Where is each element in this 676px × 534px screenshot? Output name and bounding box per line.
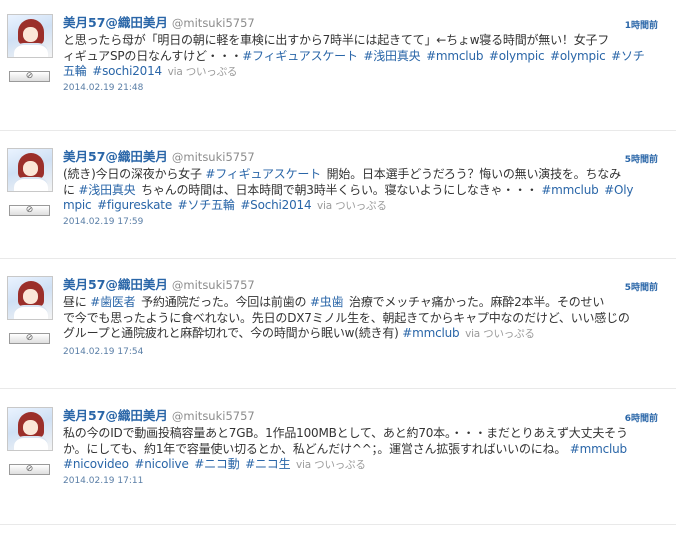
hashtag-link[interactable]: #olympic — [489, 49, 545, 63]
divider — [0, 524, 676, 525]
tweet-text: (続き)今日の深夜から女子 #フィギュアスケート 開始。日本選手どうだろう？悔い… — [63, 167, 667, 214]
tweet-text-segment: で今でも思ったように食べれない。先日のDX7ミノル生を、朝起きてからキャプ中なの… — [63, 310, 630, 325]
tweet-text-segment: ちゃんの時間は、日本時間で朝3時半くらい。寝ないようにしなきゃ・・・ — [141, 182, 542, 197]
hashtag-link[interactable]: #虫歯 — [310, 295, 344, 309]
hashtag-link[interactable]: mpic — [63, 198, 92, 212]
favorite-button[interactable]: ⊘ — [9, 71, 50, 82]
tweet-text-segment: 予約通院だった。今回は前歯の — [141, 295, 310, 309]
user-name[interactable]: 美月57@織田美月 — [63, 149, 168, 164]
avatar[interactable] — [7, 276, 53, 320]
tweet-text-segment: と思ったら母が「明日の朝に軽を車検に出すから7時半には起きてて」←ちょw寝る時間… — [63, 33, 610, 47]
tweet-text-line: (続き)今日の深夜から女子 #フィギュアスケート 開始。日本選手どうだろう？悔い… — [63, 167, 667, 183]
tweet-text-segment: ィギュアSPの日なんすけど・・・ — [63, 48, 243, 63]
tweet-text-segment: か。にしても、約1年で容量使い切るとか、私どんだけ^^；。運営さん拡張すればいい… — [63, 441, 570, 456]
hashtag-link[interactable]: 五輪 — [63, 64, 87, 78]
user-name[interactable]: 美月57@織田美月 — [63, 277, 168, 292]
tweet-text-segment: 私の今のIDで動画投稿容量あと7GB。1作品100MBとして、あと約70本。・・… — [63, 426, 628, 440]
via-client-link[interactable]: via ついっぷる — [296, 459, 366, 471]
tweet-text-segment: グループと通院疲れと麻酔切れで、今の時間から眠いw(続き有) — [63, 326, 403, 340]
time-ago[interactable]: 6時間前 — [625, 411, 658, 424]
hashtag-link[interactable]: #figureskate — [97, 198, 172, 212]
tweet: ⊘ 美月57@織田美月 @mitsuki5757 1時間前 と思ったら母が「明日の… — [0, 12, 676, 130]
tweet-text-line: 昼に #歯医者 予約通院だった。今回は前歯の #虫歯 治療でメッチャ痛かった。麻… — [63, 295, 667, 311]
hashtag-link[interactable]: #浅田真央 — [363, 49, 420, 63]
tweet-text: 私の今のIDで動画投稿容量あと7GB。1作品100MBとして、あと約70本。・・… — [63, 426, 667, 473]
tweet-text: 昼に #歯医者 予約通院だった。今回は前歯の #虫歯 治療でメッチャ痛かった。麻… — [63, 295, 667, 342]
tweet: ⊘ 美月57@織田美月 @mitsuki5757 5時間前 (続き)今日の深夜から… — [0, 146, 676, 264]
tweet-text-line: mpic #figureskate #ソチ五輪 #Sochi2014 via つ… — [63, 198, 667, 214]
favorite-button[interactable]: ⊘ — [9, 333, 50, 344]
hashtag-link[interactable]: #nicovideo — [63, 457, 129, 471]
hashtag-link[interactable]: #ニコ生 — [245, 457, 290, 471]
tweet-date: 2014.02.19 17:54 — [63, 347, 144, 357]
user-handle[interactable]: @mitsuki5757 — [172, 150, 255, 164]
hashtag-link[interactable]: #mmclub — [402, 326, 459, 340]
tweet-text-line: 五輪 #sochi2014 via ついっぷる — [63, 64, 667, 80]
tweet-text-line: と思ったら母が「明日の朝に軽を車検に出すから7時半には起きてて」←ちょw寝る時間… — [63, 33, 667, 49]
hashtag-link[interactable]: #mmclub — [541, 183, 598, 197]
hashtag-link[interactable]: #Sochi2014 — [240, 198, 311, 212]
hashtag-link[interactable]: #sochi2014 — [92, 64, 162, 78]
tweet-text-segment: 開始。日本選手どうだろう？悔いの無い演技を。ちなみ — [326, 167, 621, 181]
hashtag-link[interactable]: #フィギュアスケート — [205, 167, 321, 181]
tweet-text-segment: 治療でメッチャ痛かった。麻酔2本半。そのせい — [349, 295, 605, 309]
hashtag-link[interactable]: #nicolive — [134, 457, 188, 471]
tweet-text-line: #nicovideo #nicolive #ニコ動 #ニコ生 via ついっぷる — [63, 457, 667, 473]
hashtag-link[interactable]: #浅田真央 — [78, 183, 135, 197]
hashtag-link[interactable]: #Oly — [604, 183, 633, 197]
tweet-text-line: ィギュアSPの日なんすけど・・・#フィギュアスケート #浅田真央 #mmclub… — [63, 49, 667, 65]
hashtag-link[interactable]: #歯医者 — [90, 295, 135, 309]
avatar[interactable] — [7, 14, 53, 58]
via-client-link[interactable]: via ついっぷる — [465, 328, 535, 340]
tweet-text-line: に #浅田真央 ちゃんの時間は、日本時間で朝3時半くらい。寝ないようにしなきゃ・… — [63, 183, 667, 199]
via-client-link[interactable]: via ついっぷる — [168, 66, 238, 78]
tweet-text-line: で今でも思ったように食べれない。先日のDX7ミノル生を、朝起きてからキャプ中なの… — [63, 311, 667, 327]
hashtag-link[interactable]: #ソチ五輪 — [178, 198, 235, 212]
tweet-date: 2014.02.19 17:59 — [63, 217, 144, 227]
time-ago[interactable]: 5時間前 — [625, 280, 658, 293]
tweet-text-segment: (続き)今日の深夜から女子 — [63, 167, 206, 181]
divider — [0, 130, 676, 131]
user-handle[interactable]: @mitsuki5757 — [172, 409, 255, 423]
tweet-header: 美月57@織田美月 @mitsuki5757 — [63, 149, 255, 165]
hashtag-link[interactable]: #olympic — [550, 49, 606, 63]
tweet-header: 美月57@織田美月 @mitsuki5757 — [63, 277, 255, 293]
hashtag-link[interactable]: #フィギュアスケート — [242, 49, 358, 63]
tweet-text-line: 私の今のIDで動画投稿容量あと7GB。1作品100MBとして、あと約70本。・・… — [63, 426, 667, 442]
tweet: ⊘ 美月57@織田美月 @mitsuki5757 5時間前 昼に #歯医者 予約通… — [0, 274, 676, 392]
tweet-text-line: か。にしても、約1年で容量使い切るとか、私どんだけ^^；。運営さん拡張すればいい… — [63, 442, 667, 458]
tweet-header: 美月57@織田美月 @mitsuki5757 — [63, 408, 255, 424]
time-ago[interactable]: 1時間前 — [625, 18, 658, 31]
avatar[interactable] — [7, 148, 53, 192]
hashtag-link[interactable]: #mmclub — [426, 49, 483, 63]
tweet-header: 美月57@織田美月 @mitsuki5757 — [63, 15, 255, 31]
tweet: ⊘ 美月57@織田美月 @mitsuki5757 6時間前 私の今のIDで動画投稿… — [0, 405, 676, 523]
divider — [0, 258, 676, 259]
user-handle[interactable]: @mitsuki5757 — [172, 16, 255, 30]
tweet-text-line: グループと通院疲れと麻酔切れで、今の時間から眠いw(続き有) #mmclub v… — [63, 326, 667, 342]
divider — [0, 388, 676, 389]
avatar[interactable] — [7, 407, 53, 451]
tweet-date: 2014.02.19 17:11 — [63, 476, 144, 486]
tweet-text-segment: 昼に — [63, 295, 91, 309]
user-name[interactable]: 美月57@織田美月 — [63, 15, 168, 30]
hashtag-link[interactable]: #mmclub — [570, 442, 627, 456]
user-handle[interactable]: @mitsuki5757 — [172, 278, 255, 292]
tweet-date: 2014.02.19 21:48 — [63, 83, 144, 93]
tweet-text: と思ったら母が「明日の朝に軽を車検に出すから7時半には起きてて」←ちょw寝る時間… — [63, 33, 667, 80]
tweet-text-segment: に — [63, 182, 79, 197]
user-name[interactable]: 美月57@織田美月 — [63, 408, 168, 423]
hashtag-link[interactable]: #ニコ動 — [194, 457, 239, 471]
hashtag-link[interactable]: #ソチ — [611, 49, 645, 63]
favorite-button[interactable]: ⊘ — [9, 464, 50, 475]
favorite-button[interactable]: ⊘ — [9, 205, 50, 216]
via-client-link[interactable]: via ついっぷる — [317, 200, 387, 212]
time-ago[interactable]: 5時間前 — [625, 152, 658, 165]
